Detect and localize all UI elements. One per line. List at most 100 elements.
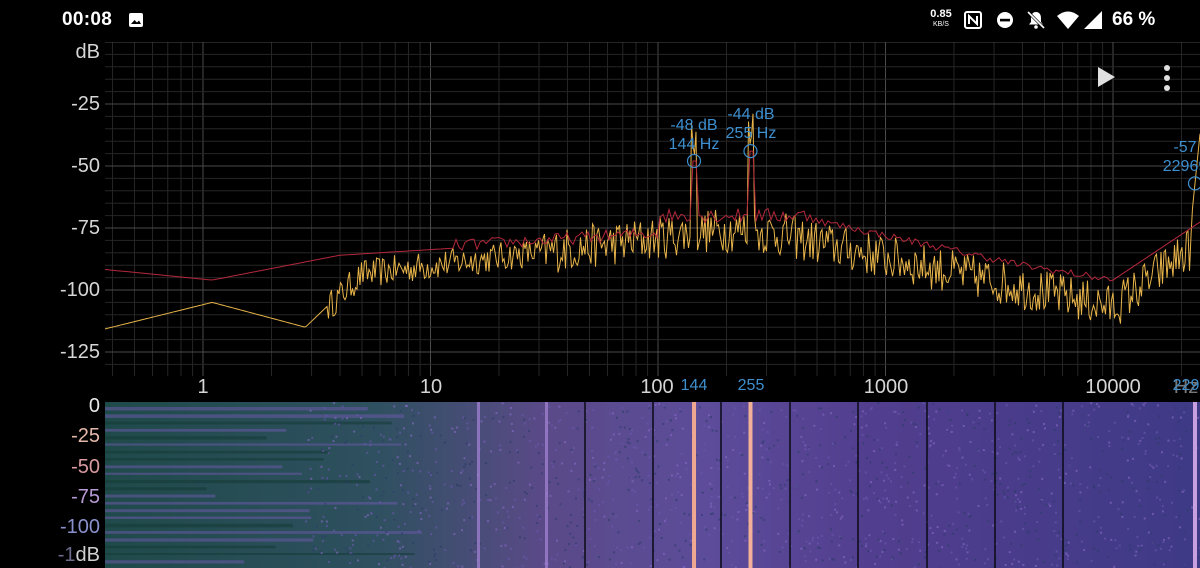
spectrogram-speckle xyxy=(1093,408,1096,411)
spectrogram-speckle xyxy=(761,441,764,444)
spectrogram-speckle xyxy=(1162,541,1165,544)
spectrogram-speckle xyxy=(634,476,637,479)
spectrogram-speckle xyxy=(522,435,525,438)
spectrogram-speckle xyxy=(613,551,616,554)
spectrogram-speckle xyxy=(588,498,591,501)
spectrogram-speckle xyxy=(819,444,822,447)
spectrogram-speckle xyxy=(564,441,567,444)
spectrogram-speckle xyxy=(835,415,838,418)
spectrogram-speckle xyxy=(726,465,729,468)
spectrogram-speckle xyxy=(1177,514,1180,517)
spectrogram-speckle xyxy=(1197,416,1200,419)
spectrogram-speckle xyxy=(662,422,665,425)
spectrogram-speckle xyxy=(428,471,431,474)
spectrogram-speckle xyxy=(380,494,383,497)
spectrogram-speckle xyxy=(538,515,541,518)
spectrogram-speckle xyxy=(804,444,807,447)
spectrogram-speckle xyxy=(870,481,873,484)
spectrogram-speckle xyxy=(915,500,918,503)
bell-off-icon xyxy=(1026,10,1046,30)
spectrogram-speckle xyxy=(885,426,888,429)
spectrogram-speckle xyxy=(966,544,969,547)
spectrogram-speckle xyxy=(928,432,931,435)
spectrogram-speckle xyxy=(902,424,905,427)
spectrogram-speckle xyxy=(1119,512,1122,515)
spectrogram-speckle xyxy=(1105,473,1108,476)
spectrogram-speckle xyxy=(332,440,335,443)
spectrum-plot[interactable] xyxy=(105,42,1200,376)
peak-freq: 144 Hz xyxy=(668,136,720,153)
spectrogram-speckle xyxy=(1058,415,1061,418)
spectrogram-speckle xyxy=(567,490,570,493)
spectrogram-speckle xyxy=(676,491,679,494)
spectrogram-speckle xyxy=(414,503,417,506)
spectrogram-speckle xyxy=(1150,532,1153,535)
spectrogram-speckle xyxy=(758,409,761,412)
spectrogram-speckle xyxy=(351,463,354,466)
spectrogram-speckle xyxy=(577,478,580,481)
spectrogram-speckle xyxy=(638,519,641,522)
peak-freq: 22969 xyxy=(1162,158,1200,175)
spectrogram-speckle xyxy=(1002,490,1005,493)
spectrogram-speckle xyxy=(1055,550,1058,553)
spectrogram[interactable] xyxy=(105,402,1200,568)
spectrogram-speckle xyxy=(1013,451,1016,454)
spectrogram-speckle xyxy=(676,464,679,467)
spectrogram-speckle xyxy=(861,545,864,548)
spectrogram-speckle xyxy=(1064,539,1067,542)
spectrogram-speckle xyxy=(463,519,466,522)
spectrogram-speckle xyxy=(726,459,729,462)
spectrogram-band xyxy=(105,487,207,491)
spectrogram-speckle xyxy=(962,424,965,427)
signal-icon xyxy=(1084,11,1102,29)
spectrogram-speckle xyxy=(362,496,365,499)
spectrogram-speckle xyxy=(1065,551,1068,554)
spectrogram-speckle xyxy=(877,538,880,541)
spectrogram-speckle xyxy=(766,430,769,433)
spectrogram-speckle xyxy=(1176,455,1179,458)
spectrogram-speckle xyxy=(523,491,526,494)
spectrogram-speckle xyxy=(1170,545,1173,548)
spectrogram-speckle xyxy=(463,502,466,505)
spectrogram-speckle xyxy=(429,487,432,490)
spectrogram-speckle xyxy=(688,513,691,516)
spectrogram-speckle xyxy=(995,457,998,460)
spectrogram-speckle xyxy=(831,558,834,561)
spectrogram-speckle xyxy=(721,532,724,535)
spectrogram-speckle xyxy=(623,426,626,429)
spectrogram-speckle xyxy=(521,414,524,417)
spectrogram-speckle xyxy=(1138,407,1141,410)
spectrogram-speckle xyxy=(310,487,313,490)
spectrogram-speckle xyxy=(556,553,559,556)
spectrogram-speckle xyxy=(1023,483,1026,486)
spectrogram-speckle xyxy=(535,504,538,507)
play-icon[interactable] xyxy=(1096,66,1116,88)
spectrogram-speckle xyxy=(626,410,629,413)
spectrogram-speckle xyxy=(396,436,399,439)
spectrogram-speckle xyxy=(1005,404,1008,407)
spectrogram-speckle xyxy=(1018,458,1021,461)
spectrogram-speckle xyxy=(392,490,395,493)
spectrogram-speckle xyxy=(915,441,918,444)
spectrogram-speckle xyxy=(570,513,573,516)
spectrogram-speckle xyxy=(805,540,808,543)
spectrogram-speckle xyxy=(428,560,431,563)
spectrogram-speckle xyxy=(558,442,561,445)
spectrogram-speckle xyxy=(612,412,615,415)
more-vert-icon[interactable] xyxy=(1160,64,1174,92)
spectrogram-speckle xyxy=(404,555,407,558)
spectrogram-speckle xyxy=(872,492,875,495)
spectrogram-speckle xyxy=(1132,404,1135,407)
spectrogram-speckle xyxy=(1147,531,1150,534)
spectrogram-speckle xyxy=(849,479,852,482)
spectrum-current-line xyxy=(105,113,1200,330)
spectrogram-speckle xyxy=(729,496,732,499)
spectrogram-speckle xyxy=(523,498,526,501)
spectrogram-speckle xyxy=(830,513,833,516)
spectrogram-speckle xyxy=(495,528,498,531)
spectrogram-speckle xyxy=(416,461,419,464)
spectrogram-speckle xyxy=(356,559,359,562)
spectrogram-speckle xyxy=(780,498,783,501)
peak-axis-label: 229 xyxy=(1172,377,1200,394)
spectrogram-speckle xyxy=(356,414,359,417)
